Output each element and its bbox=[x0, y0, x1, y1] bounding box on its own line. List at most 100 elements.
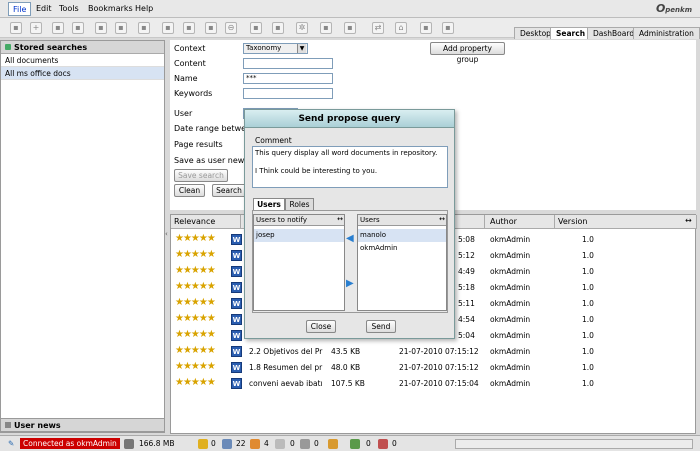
column-version[interactable]: Version bbox=[555, 215, 697, 229]
table-row[interactable]: ★★★★★ Wconveni aevab ibatı 107.5 KB 21-07-2… bbox=[171, 375, 697, 391]
expand-columns-icon[interactable]: ↔ bbox=[685, 216, 692, 225]
table-row[interactable]: ★★★★★ W 2.2 Objetivos del Pr 43.5 KB 21-07-2… bbox=[171, 343, 697, 359]
proposed-query-count: 0 bbox=[366, 439, 371, 448]
save-search-button[interactable]: Save search bbox=[174, 169, 228, 182]
name-field[interactable]: *** bbox=[243, 73, 333, 84]
relevance-stars-icon: ★★★★★ bbox=[175, 281, 216, 292]
rename-icon[interactable]: ⊖ bbox=[225, 22, 237, 34]
copy-icon[interactable]: ▪ bbox=[183, 22, 195, 34]
expand-list-icon[interactable]: ↔ bbox=[337, 215, 343, 223]
document-author: okmAdmin bbox=[490, 235, 531, 244]
close-button[interactable]: Close bbox=[306, 320, 336, 333]
lock-icon[interactable]: ▪ bbox=[115, 22, 127, 34]
list-item[interactable]: josep bbox=[254, 229, 344, 242]
comment-textarea[interactable]: This query display all word documents in… bbox=[252, 146, 448, 188]
relevance-stars-icon: ★★★★★ bbox=[175, 377, 216, 388]
home-icon[interactable]: ⌂ bbox=[395, 22, 407, 34]
refresh-icon[interactable]: ▪ bbox=[250, 22, 262, 34]
move-left-icon[interactable]: ◀ bbox=[346, 233, 354, 244]
word-document-icon: W bbox=[231, 314, 242, 325]
expand-list-icon[interactable]: ↔ bbox=[439, 215, 445, 223]
bookmark-icon[interactable]: ▪ bbox=[420, 22, 432, 34]
add-document-icon[interactable]: + bbox=[30, 22, 42, 34]
document-date-fragment: 5:08 bbox=[458, 235, 475, 244]
document-size: 48.0 KB bbox=[331, 363, 361, 372]
document-date: 21-07-2010 07:15:12 bbox=[399, 363, 479, 372]
add-property-group-button[interactable]: Add property group bbox=[430, 42, 505, 64]
dialog-title[interactable]: Send propose query bbox=[245, 110, 454, 128]
settings-icon[interactable]: ✲ bbox=[296, 22, 308, 34]
column-author[interactable]: Author bbox=[487, 215, 555, 229]
proposed-query-icon[interactable] bbox=[350, 439, 360, 449]
user-news-header[interactable]: User news bbox=[0, 418, 165, 432]
disk-icon bbox=[124, 439, 134, 449]
send-button[interactable]: Send bbox=[366, 320, 396, 333]
checkout-count: 22 bbox=[236, 439, 246, 448]
print-icon[interactable]: ▪ bbox=[442, 22, 454, 34]
cancel-checkout-icon[interactable]: ▪ bbox=[95, 22, 107, 34]
user-label: User bbox=[174, 109, 193, 118]
document-date-fragment: 5:12 bbox=[458, 251, 475, 260]
document-size: 43.5 KB bbox=[331, 347, 361, 356]
news-count: 0 bbox=[290, 439, 295, 448]
document-author: okmAdmin bbox=[490, 363, 531, 372]
document-name[interactable]: 1.8 Resumen del pr bbox=[249, 363, 322, 372]
clean-button[interactable]: Clean bbox=[174, 184, 205, 197]
list-item[interactable]: manolo bbox=[358, 229, 446, 242]
relevance-stars-icon: ★★★★★ bbox=[175, 345, 216, 356]
locked-docs-icon[interactable] bbox=[198, 439, 208, 449]
tab-users[interactable]: Users bbox=[253, 198, 285, 210]
column-relevance[interactable]: Relevance bbox=[171, 215, 241, 229]
menu-bookmarks[interactable]: Bookmarks bbox=[84, 2, 137, 16]
move-right-icon[interactable]: ▶ bbox=[346, 278, 354, 289]
delete-icon[interactable]: ▪ bbox=[162, 22, 174, 34]
context-select[interactable]: Taxonomy ▼ bbox=[243, 43, 308, 54]
document-author: okmAdmin bbox=[490, 283, 531, 292]
content-field[interactable] bbox=[243, 58, 333, 69]
scan-icon[interactable]: ▪ bbox=[272, 22, 284, 34]
word-document-icon: W bbox=[231, 346, 242, 357]
menu-edit[interactable]: Edit bbox=[32, 2, 56, 16]
proposed-subscription-icon[interactable] bbox=[328, 439, 338, 449]
upload-icon[interactable]: ▪ bbox=[344, 22, 356, 34]
word-document-icon: W bbox=[231, 266, 242, 277]
document-version: 1.0 bbox=[582, 235, 594, 244]
save-as-user-news-label: Save as user news bbox=[174, 156, 249, 165]
menu-help[interactable]: Help bbox=[131, 2, 157, 16]
table-row[interactable]: ★★★★★ W 1.8 Resumen del pr 48.0 KB 21-07-201… bbox=[171, 359, 697, 375]
move-icon[interactable]: ▪ bbox=[205, 22, 217, 34]
checkin-icon[interactable]: ▪ bbox=[72, 22, 84, 34]
messages-icon[interactable] bbox=[378, 439, 388, 449]
search-button[interactable]: Search bbox=[212, 184, 246, 197]
document-version: 1.0 bbox=[582, 331, 594, 340]
relevance-stars-icon: ★★★★★ bbox=[175, 329, 216, 340]
document-version: 1.0 bbox=[582, 267, 594, 276]
unlock-icon[interactable]: ▪ bbox=[138, 22, 150, 34]
document-version: 1.0 bbox=[582, 347, 594, 356]
document-date: 21-07-2010 07:15:12 bbox=[399, 347, 479, 356]
subscribed-icon[interactable] bbox=[250, 439, 260, 449]
users-to-notify-list[interactable]: Users to notify josep ↔ bbox=[253, 214, 345, 311]
document-date-fragment: 5:11 bbox=[458, 299, 475, 308]
export-icon[interactable]: ▪ bbox=[320, 22, 332, 34]
word-document-icon: W bbox=[231, 378, 242, 389]
checkout-icon[interactable]: ▪ bbox=[52, 22, 64, 34]
sync-icon[interactable]: ⇄ bbox=[372, 22, 384, 34]
list-item[interactable]: All documents bbox=[1, 54, 164, 67]
tab-roles[interactable]: Roles bbox=[285, 198, 314, 210]
document-name[interactable]: conveni aevab ibatı bbox=[249, 379, 323, 388]
menu-tools[interactable]: Tools bbox=[55, 2, 83, 16]
checkout-docs-icon[interactable] bbox=[222, 439, 232, 449]
workflow-icon[interactable] bbox=[300, 439, 310, 449]
new-folder-icon[interactable]: ▪ bbox=[10, 22, 22, 34]
list-item[interactable]: okmAdmin bbox=[358, 242, 446, 255]
menu-file[interactable]: File bbox=[8, 2, 32, 16]
list-item[interactable]: All ms office docs bbox=[1, 67, 164, 80]
news-icon[interactable] bbox=[275, 439, 285, 449]
document-name[interactable]: 2.2 Objetivos del Pr bbox=[249, 347, 322, 356]
tab-search[interactable]: Search bbox=[550, 27, 592, 39]
users-header: Users bbox=[358, 215, 446, 226]
tab-administration[interactable]: Administration bbox=[633, 27, 700, 39]
users-list[interactable]: Users manolo okmAdmin ↔ bbox=[357, 214, 447, 311]
keywords-field[interactable] bbox=[243, 88, 333, 99]
